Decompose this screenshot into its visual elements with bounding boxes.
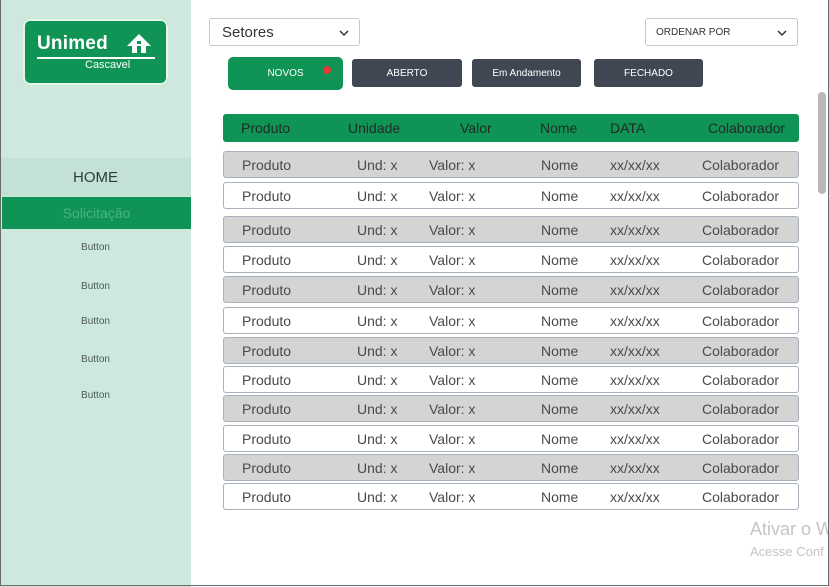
window-border xyxy=(0,0,829,586)
